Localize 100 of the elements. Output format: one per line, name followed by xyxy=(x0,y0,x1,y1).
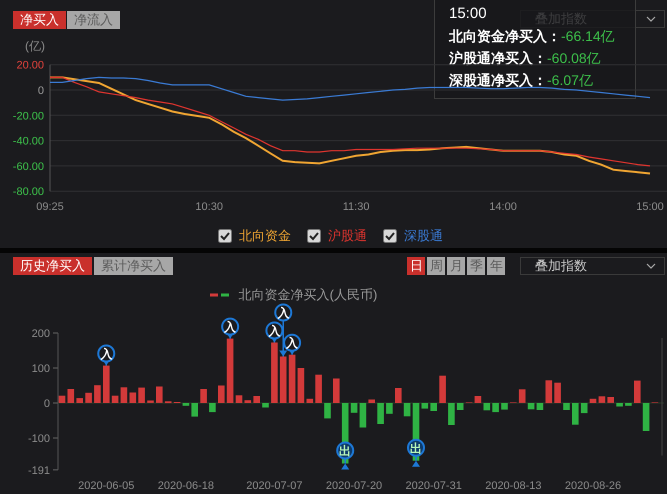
bar xyxy=(572,403,579,425)
bar xyxy=(518,389,526,403)
x-axis-label: 10:30 xyxy=(195,201,223,213)
legend-label: 北向资金净买入(人民币) xyxy=(238,286,378,304)
inflow-marker: 入 xyxy=(221,318,240,339)
period-tab[interactable]: 日 xyxy=(407,257,425,275)
bar xyxy=(536,403,544,410)
bar xyxy=(456,403,464,410)
inflow-marker: 入 xyxy=(283,334,302,355)
bar xyxy=(598,396,606,403)
period-tab[interactable]: 年 xyxy=(487,257,505,275)
bar xyxy=(501,403,508,410)
bar xyxy=(271,342,278,403)
bar xyxy=(439,376,446,403)
annotation: 入 xyxy=(223,320,238,334)
bar xyxy=(200,389,207,403)
bar xyxy=(209,403,216,412)
period-tab[interactable]: 周 xyxy=(427,257,445,275)
y-axis-label: -80.00 xyxy=(12,186,44,198)
annotation: 入 xyxy=(285,336,300,350)
bar xyxy=(368,400,375,403)
bar xyxy=(280,356,286,403)
annotation: 入 xyxy=(99,347,114,362)
bar xyxy=(288,354,296,403)
checkbox[interactable] xyxy=(218,229,232,243)
bar xyxy=(546,380,552,404)
bar xyxy=(76,398,83,403)
bar xyxy=(103,366,110,403)
chart-tab[interactable]: 净流入 xyxy=(67,11,120,29)
bar xyxy=(492,403,499,412)
chart-tab[interactable]: 累计净买入 xyxy=(94,257,173,275)
bar xyxy=(616,403,623,406)
bar xyxy=(315,374,322,403)
x-axis-label: 2020-07-20 xyxy=(326,480,382,492)
x-axis-label: 2020-08-13 xyxy=(485,480,542,492)
bar xyxy=(253,396,260,403)
bar xyxy=(68,389,74,403)
y-axis-label: -40.00 xyxy=(12,136,44,148)
legend-label: 深股通 xyxy=(404,227,443,245)
legend-label: 北向资金 xyxy=(239,227,291,245)
bar xyxy=(138,388,145,403)
bar xyxy=(430,403,437,411)
bar xyxy=(634,380,641,403)
period-tab[interactable]: 月 xyxy=(447,257,465,275)
bar xyxy=(360,403,366,428)
annotation: 入 xyxy=(267,324,282,338)
legend-label: 沪股通 xyxy=(328,227,367,245)
bar xyxy=(262,403,269,408)
bar xyxy=(164,401,172,404)
bar xyxy=(191,403,198,417)
index-overlay-dropdown[interactable]: 叠加指数 xyxy=(520,257,665,275)
inflow-marker: 入 xyxy=(97,344,116,366)
bar xyxy=(298,368,304,403)
tooltip-row: 深股通净买入：-6.07亿 xyxy=(449,72,593,90)
x-axis-label: 2020-07-31 xyxy=(406,480,462,492)
x-axis-label: 14:00 xyxy=(489,201,517,213)
bar xyxy=(218,386,225,403)
bar xyxy=(147,400,154,403)
bar xyxy=(120,387,128,403)
chevron-down-icon xyxy=(646,263,656,269)
bar xyxy=(448,403,455,425)
bar xyxy=(607,397,614,403)
chart-tab[interactable]: 净买入 xyxy=(13,11,66,29)
bar xyxy=(563,403,570,410)
bar xyxy=(112,396,118,403)
bar xyxy=(474,396,482,403)
bar xyxy=(395,388,402,403)
bar xyxy=(350,403,358,413)
y-axis-label: 20.00 xyxy=(16,60,44,72)
y-axis-label: 0 xyxy=(38,85,44,97)
y-axis-label: 0 xyxy=(44,398,50,410)
bar xyxy=(484,403,490,410)
bar xyxy=(156,386,163,403)
tooltip-time: 15:00 xyxy=(449,5,487,24)
bar xyxy=(58,396,66,403)
chart-tab[interactable]: 历史净买入 xyxy=(13,257,92,275)
bar xyxy=(226,338,234,403)
checkbox[interactable] xyxy=(383,229,397,243)
annotation: 入 xyxy=(276,306,290,320)
x-axis-label: 15:00 xyxy=(636,201,664,213)
bar xyxy=(422,403,428,409)
period-tab[interactable]: 季 xyxy=(467,257,485,275)
y-axis-label: -100 xyxy=(28,433,50,445)
bar xyxy=(404,403,410,416)
x-axis-label: 09:25 xyxy=(36,201,64,213)
bar xyxy=(85,392,92,403)
x-axis-label: 2020-06-05 xyxy=(78,480,134,492)
unit-label: (亿) xyxy=(25,39,45,53)
y-axis-label: -20.00 xyxy=(12,110,44,122)
x-axis-label: 2020-07-07 xyxy=(246,480,303,492)
bar xyxy=(642,403,650,431)
checkbox[interactable] xyxy=(307,229,321,243)
bar xyxy=(94,385,101,403)
bar xyxy=(386,403,393,414)
tooltip-row: 北向资金净买入：-66.14亿 xyxy=(449,28,615,46)
bar xyxy=(333,378,340,403)
bar xyxy=(554,382,561,403)
tooltip-row: 沪股通净买入：-60.08亿 xyxy=(449,50,601,68)
bar xyxy=(306,398,314,403)
y-axis-label: 100 xyxy=(32,363,50,375)
